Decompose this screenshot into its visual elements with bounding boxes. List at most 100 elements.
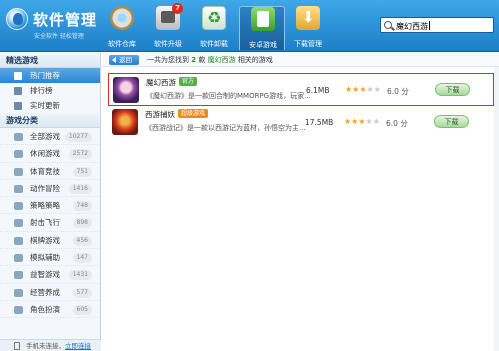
category-label: 角色扮演 bbox=[30, 304, 60, 314]
game-name: 魔幻西游 bbox=[146, 78, 176, 87]
section-title-featured: 精选游戏 bbox=[0, 53, 100, 68]
app-subtitle: 安全软件 轻松管理 bbox=[34, 33, 84, 40]
section-title-categories: 游戏分类 bbox=[0, 113, 100, 128]
category-icon bbox=[14, 150, 23, 159]
category-count: 605 bbox=[72, 304, 92, 315]
game-description: 《西游战记》是一款以西游记为蓝材，孙悟空为主... bbox=[145, 124, 306, 132]
category-icon bbox=[14, 202, 23, 211]
result-summary: 一共为您找到 2 款 魔幻西游 相关的游戏 bbox=[147, 55, 273, 65]
rating-stars: ★★★★★ bbox=[345, 85, 381, 94]
category-label: 棋牌游戏 bbox=[30, 235, 60, 245]
category-item[interactable]: 棋牌游戏 456 bbox=[0, 232, 100, 250]
tool-label: 软件卸载 bbox=[200, 40, 228, 48]
game-name: 西游捕妖 bbox=[145, 110, 175, 119]
tool-software-upgrade[interactable]: 7 软件升级 bbox=[145, 3, 191, 50]
category-count: 147 bbox=[72, 253, 92, 264]
connect-now-link[interactable]: 立即连接 bbox=[65, 342, 91, 350]
category-count: 748 bbox=[72, 201, 92, 212]
category-count: 1416 bbox=[68, 183, 92, 194]
phone-icon bbox=[14, 342, 20, 350]
game-score: 6.0 分 bbox=[386, 119, 408, 128]
result-count: 2 bbox=[191, 56, 197, 64]
category-icon bbox=[14, 271, 23, 280]
category-icon bbox=[14, 167, 23, 176]
category-icon bbox=[14, 219, 23, 228]
status-text: 手机未连接， bbox=[26, 342, 65, 350]
category-label: 全部游戏 bbox=[30, 132, 60, 141]
game-size: 6.1MB bbox=[306, 86, 330, 95]
sidebar-item-hot[interactable]: 热门推荐 bbox=[0, 68, 100, 83]
tool-software-store[interactable]: 软件仓库 bbox=[99, 6, 145, 50]
tool-download-manager[interactable]: 下载管理 bbox=[285, 6, 331, 50]
tool-android-games[interactable]: 安卓游戏 bbox=[239, 6, 285, 50]
official-tag: 官方 bbox=[179, 77, 198, 86]
sidebar-item-label: 实时更新 bbox=[30, 101, 60, 110]
result-prefix: 一共为您找到 bbox=[147, 56, 189, 64]
category-count: 898 bbox=[72, 218, 92, 229]
scrollbar[interactable] bbox=[494, 67, 499, 351]
category-label: 休闲游戏 bbox=[30, 149, 60, 159]
category-icon bbox=[14, 184, 23, 193]
search-input[interactable]: 魔幻西游 bbox=[380, 17, 494, 33]
connection-status: 手机未连接，立即连接 bbox=[0, 339, 101, 351]
category-label: 策略策略 bbox=[30, 201, 60, 211]
game-thumbnail bbox=[112, 109, 138, 135]
back-button[interactable]: 返回 bbox=[109, 55, 139, 65]
category-count: 10277 bbox=[64, 132, 92, 142]
recycle-icon bbox=[202, 6, 226, 30]
game-description: 《魔幻西游》是一款回合制的MMORPG游戏，玩家... bbox=[146, 92, 311, 100]
category-count: 2572 bbox=[68, 149, 92, 160]
download-button[interactable]: 下载 bbox=[434, 115, 469, 128]
category-item[interactable]: 射击飞行 898 bbox=[0, 214, 100, 232]
category-icon bbox=[14, 236, 23, 245]
clock-icon bbox=[14, 102, 22, 110]
game-size: 17.5MB bbox=[305, 118, 334, 127]
game-list-item[interactable]: 西游捕妖 超级游戏 《西游战记》是一款以西游记为蓝材，孙悟空为主... 17.5… bbox=[108, 106, 494, 139]
category-label: 经营养成 bbox=[30, 287, 60, 297]
search-value: 魔幻西游 bbox=[396, 22, 428, 31]
category-item[interactable]: 体育竞技 751 bbox=[0, 163, 100, 180]
category-count: 1431 bbox=[68, 270, 92, 281]
disc-store-icon bbox=[110, 6, 134, 30]
hot-icon bbox=[14, 72, 22, 80]
category-item[interactable]: 动作冒险 1416 bbox=[0, 180, 100, 198]
category-item[interactable]: 经营养成 577 bbox=[0, 284, 100, 301]
category-item[interactable]: 策略策略 748 bbox=[0, 197, 100, 215]
category-item[interactable]: 全部游戏 10277 bbox=[0, 128, 100, 146]
game-thumbnail bbox=[113, 77, 139, 103]
super-game-tag: 超级游戏 bbox=[178, 109, 209, 118]
tool-software-uninstall[interactable]: 软件卸载 bbox=[191, 6, 237, 50]
result-keyword: 魔幻西游 bbox=[207, 56, 236, 64]
category-item[interactable]: 休闲游戏 2572 bbox=[0, 145, 100, 163]
app-logo-icon bbox=[6, 8, 28, 30]
category-icon bbox=[14, 254, 23, 263]
tool-label: 软件仓库 bbox=[108, 40, 136, 48]
category-label: 益智游戏 bbox=[30, 270, 60, 280]
rating-stars: ★★★★★ bbox=[344, 117, 380, 126]
app-header: 软件管理 安全软件 轻松管理 软件仓库 7 软件升级 软件卸载 安卓游戏 下载管… bbox=[0, 0, 499, 52]
result-suffix: 相关的游戏 bbox=[237, 56, 273, 64]
tool-label: 安卓游戏 bbox=[249, 41, 277, 49]
category-icon bbox=[14, 305, 23, 314]
search-icon[interactable] bbox=[384, 21, 392, 29]
tool-label: 下载管理 bbox=[294, 40, 322, 48]
download-button[interactable]: 下载 bbox=[435, 83, 470, 96]
category-count: 456 bbox=[72, 235, 92, 246]
sidebar-item-updates[interactable]: 实时更新 bbox=[0, 98, 100, 113]
game-list-item[interactable]: 魔幻西游 官方 《魔幻西游》是一款回合制的MMORPG游戏，玩家... 6.1M… bbox=[108, 73, 494, 106]
app-title: 软件管理 bbox=[33, 11, 98, 29]
download-icon bbox=[296, 6, 320, 30]
text-caret bbox=[429, 21, 430, 30]
category-item[interactable]: 益智游戏 1431 bbox=[0, 266, 100, 284]
category-count: 751 bbox=[72, 166, 92, 177]
category-label: 动作冒险 bbox=[30, 183, 60, 193]
category-item[interactable]: 模拟辅助 147 bbox=[0, 249, 100, 267]
category-item[interactable]: 角色扮演 605 bbox=[0, 301, 100, 319]
sidebar-item-ranking[interactable]: 排行榜 bbox=[0, 83, 100, 98]
chart-icon bbox=[14, 87, 22, 95]
result-mid: 款 bbox=[198, 56, 206, 64]
category-count: 577 bbox=[72, 287, 92, 298]
back-arrow-icon bbox=[112, 57, 116, 63]
category-label: 体育竞技 bbox=[30, 166, 60, 176]
results-toolbar: 返回 一共为您找到 2 款 魔幻西游 相关的游戏 bbox=[102, 53, 499, 67]
